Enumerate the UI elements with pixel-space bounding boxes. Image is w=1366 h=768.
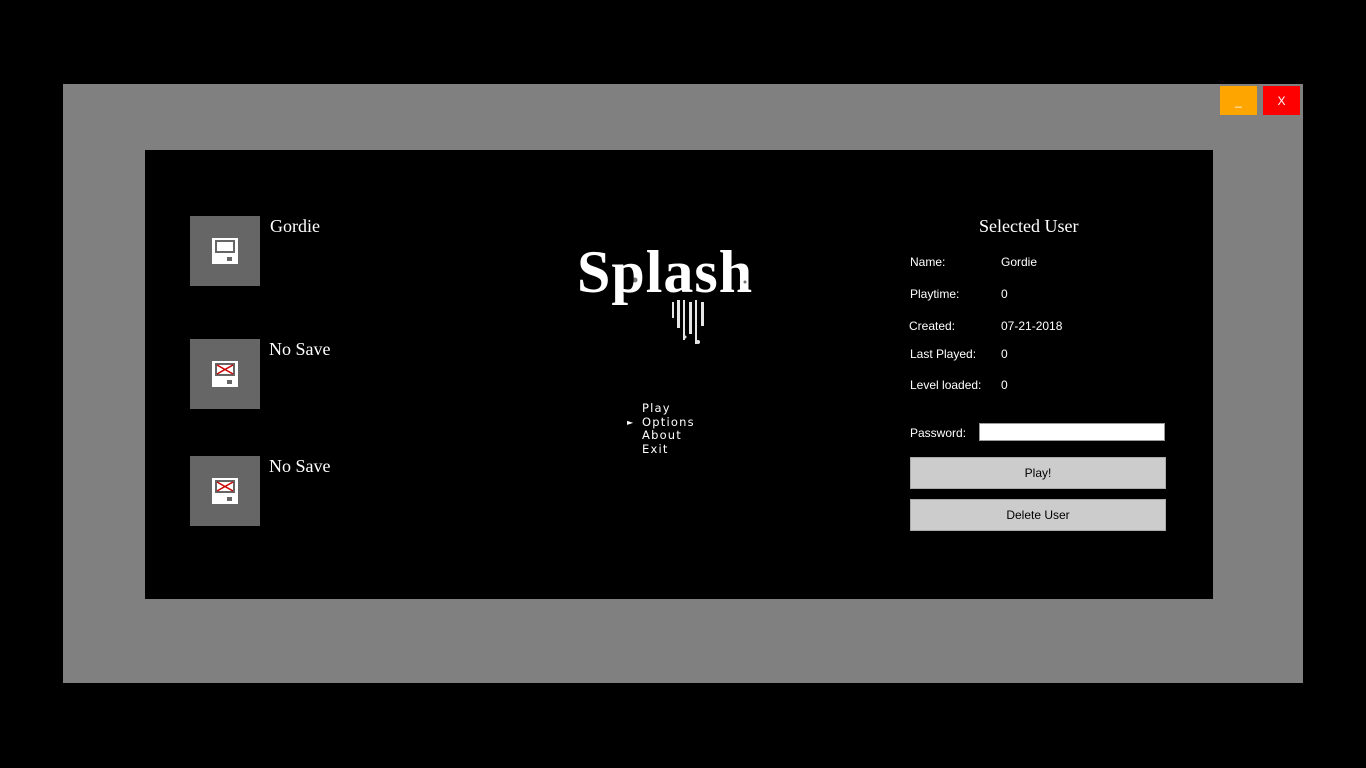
last-played-value: 0 <box>1001 347 1008 361</box>
menu-item-about[interactable]: About <box>625 428 695 443</box>
password-label: Password: <box>910 426 967 440</box>
save-slot-name: No Save <box>269 339 331 359</box>
save-slot-2[interactable]: No Save <box>190 339 490 411</box>
save-slot-name: No Save <box>269 456 331 476</box>
delete-user-button[interactable]: Delete User <box>910 499 1166 531</box>
floppy-disk-empty-icon <box>212 478 238 504</box>
floppy-disk-icon <box>212 238 238 264</box>
save-slot-1[interactable]: Gordie <box>190 216 490 288</box>
level-loaded-value: 0 <box>1001 378 1008 392</box>
save-slot-3[interactable]: No Save <box>190 456 490 528</box>
selected-user-title: Selected User <box>979 216 1079 236</box>
playtime-label: Playtime: <box>910 287 960 301</box>
main-menu: Play ► Options About Exit <box>625 401 695 457</box>
menu-item-options[interactable]: ► Options <box>625 415 695 430</box>
playtime-value: 0 <box>1001 287 1008 301</box>
save-slot-icon-box <box>190 456 260 526</box>
logo-drip-decoration <box>605 260 747 344</box>
play-button[interactable]: Play! <box>910 457 1166 489</box>
selection-arrow-icon: ► <box>627 417 635 427</box>
menu-item-exit[interactable]: Exit <box>625 442 695 457</box>
save-slot-icon-box <box>190 339 260 409</box>
main-panel: Gordie No Save No Save Splash Play ► Opt… <box>145 150 1213 599</box>
app-window: _ X Gordie No Save No Save Splash Play ►… <box>63 84 1303 683</box>
save-slot-name: Gordie <box>270 216 320 236</box>
close-button[interactable]: X <box>1263 86 1300 115</box>
game-logo: Splash <box>577 242 777 352</box>
last-played-label: Last Played: <box>910 347 977 361</box>
menu-item-play[interactable]: Play <box>625 401 695 416</box>
created-label: Created: <box>909 319 956 333</box>
level-loaded-label: Level loaded: <box>910 378 982 392</box>
floppy-disk-empty-icon <box>212 361 238 387</box>
created-value: 07-21-2018 <box>1001 319 1063 333</box>
minimize-button[interactable]: _ <box>1220 86 1257 115</box>
name-label: Name: <box>910 255 946 269</box>
password-input[interactable] <box>979 423 1165 441</box>
name-value: Gordie <box>1001 255 1038 269</box>
save-slot-icon-box <box>190 216 260 286</box>
